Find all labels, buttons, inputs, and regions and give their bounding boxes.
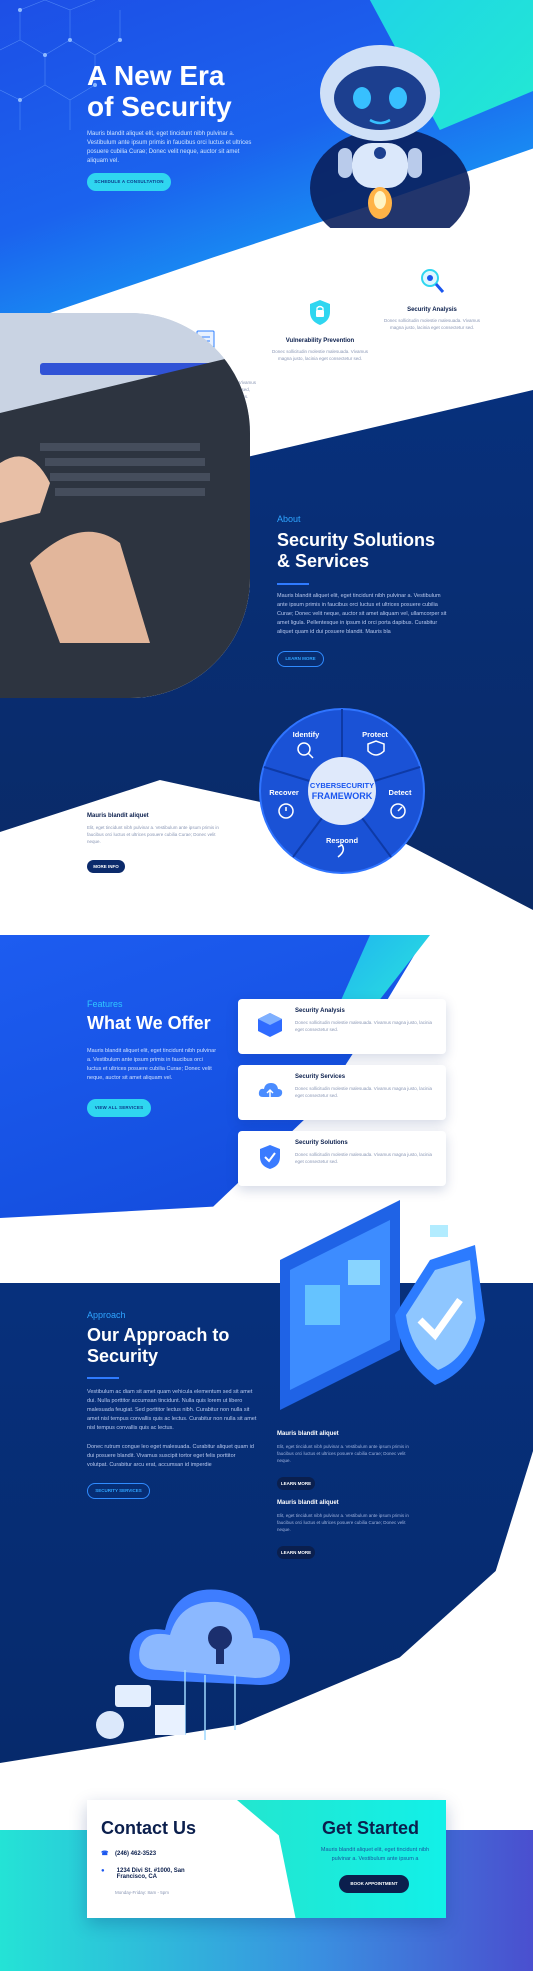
contact-phone[interactable]: (246) 462-3523 <box>115 1851 156 1857</box>
card-text: Donec sollicitudin molestie malesuada. V… <box>295 1020 432 1032</box>
approach-paragraph-1: Vestibulum ac diam sit amet quam vehicul… <box>87 1389 257 1431</box>
feature-text: Donec sollicitudin molestie malesuada. V… <box>272 349 368 361</box>
approach-item-title: Mauris blandit aliquet <box>277 1431 339 1437</box>
contact-card: Contact Us ☎ (246) 462-3523 ● 1234 Divi S… <box>87 1800 446 1918</box>
feature-vulnerability-prevention: Vulnerability Prevention Donec sollicitu… <box>272 297 368 362</box>
magnifier-analysis-icon <box>421 269 445 293</box>
features-eyebrow: Features <box>87 999 123 1009</box>
about-title-line1: Security Solutions <box>277 530 436 550</box>
mauris-block-title: Mauris blandit aliquet <box>87 813 149 819</box>
framework-segment-identify: Identify <box>293 730 320 739</box>
features-text: Mauris blandit aliquet elit, eget tincid… <box>87 1048 217 1081</box>
approach-item-title: Mauris blandit aliquet <box>277 1500 339 1506</box>
laptop-keyboard-image <box>0 313 250 698</box>
hero-text: Mauris blandit aliquet elit, eget tincid… <box>87 131 252 164</box>
framework-segment-respond: Respond <box>326 836 359 845</box>
location-pin-icon: ● <box>101 1868 105 1874</box>
analysis-cube-icon <box>258 1013 282 1037</box>
cloud-lock-illustration <box>96 1589 290 1740</box>
contact-hours: Monday-Friday: 8am - 5pm <box>115 1890 170 1895</box>
about-title: Security Solutions & Services <box>277 530 435 572</box>
contact-address-line2: Francisco, CA <box>116 1874 158 1880</box>
hero-title: A New Era of Security <box>87 60 232 122</box>
framework-segment-protect: Protect <box>362 730 388 739</box>
framework-segment-recover: Recover <box>269 788 299 797</box>
cybersecurity-framework-wheel: CYBERSECURITY FRAMEWORK Identify Protect… <box>259 708 425 874</box>
cloud-upload-icon <box>258 1083 283 1099</box>
security-services-button[interactable]: Security Services <box>87 1483 150 1499</box>
schedule-consultation-button[interactable]: Schedule a Consultation <box>87 173 171 191</box>
contact-phone-row: ☎ (246) 462-3523 <box>101 1850 156 1857</box>
about-title-line2: & Services <box>277 551 370 571</box>
service-card-security-solutions[interactable]: Security Solutions Donec sollicitudin mo… <box>238 1131 446 1186</box>
view-all-services-button[interactable]: View All Services <box>87 1099 151 1117</box>
mauris-block-text: Elit, eget tincidunt nibh pulvinar a. Ve… <box>87 825 219 844</box>
about-eyebrow: About <box>277 514 301 524</box>
features-title: What We Offer <box>87 1013 211 1033</box>
contact-address-row: ● 1234 Divi St. #1000, San Francisco, CA <box>101 1868 185 1880</box>
approach-paragraph-2: Donec rutrum congue leo eget malesuada. … <box>87 1444 254 1468</box>
feature-security-analysis: Security Analysis Donec sollicitudin mol… <box>384 266 480 331</box>
card-text: Donec sollicitudin molestie malesuada. V… <box>295 1152 432 1164</box>
learn-more-button[interactable]: Learn More <box>277 651 324 667</box>
robot-illustration <box>310 45 470 228</box>
feature-title: Vulnerability Prevention <box>285 338 355 344</box>
approach-item-text: Elit, eget tincidunt nibh pulvinar a. Ve… <box>277 1513 409 1532</box>
card-title: Security Analysis <box>295 1008 345 1014</box>
framework-center-line2: FRAMEWORK <box>312 791 373 801</box>
phone-icon: ☎ <box>101 1851 109 1857</box>
page: A New Era of Security Mauris blandit ali… <box>0 0 533 1971</box>
framework-center-line1: CYBERSECURITY <box>310 781 374 790</box>
security-dashboard-illustration <box>280 1200 485 1410</box>
feature-text: Donec sollicitudin molestie malesuada. V… <box>384 318 480 330</box>
laptop-photo <box>0 313 250 698</box>
book-appointment-button[interactable]: Book Appointment <box>339 1875 409 1893</box>
card-title: Security Solutions <box>295 1140 348 1146</box>
hero-title-line2: of Security <box>87 91 232 122</box>
shield-check-icon <box>260 1145 280 1169</box>
approach-eyebrow: Approach <box>87 1310 126 1320</box>
service-card-security-analysis[interactable]: Security Analysis Donec sollicitudin mol… <box>238 999 446 1054</box>
get-started-text: Mauris blandit aliquet elit, eget tincid… <box>320 1847 430 1862</box>
framework-segment-detect: Detect <box>389 788 412 797</box>
divider <box>277 583 309 585</box>
card-title: Security Services <box>295 1074 346 1080</box>
service-card-security-services[interactable]: Security Services Donec sollicitudin mol… <box>238 1065 446 1120</box>
card-text: Donec sollicitudin molestie malesuada. V… <box>295 1086 432 1098</box>
feature-title: Security Analysis <box>407 307 457 313</box>
divider <box>87 1377 119 1379</box>
approach-title-line1: Our Approach to <box>87 1325 230 1345</box>
contact-title: Contact Us <box>101 1818 197 1838</box>
about-text: Mauris blandit aliquet elit, eget tincid… <box>277 593 447 635</box>
more-info-button[interactable]: More Info <box>87 860 125 873</box>
hero-title-line1: A New Era <box>87 60 225 91</box>
learn-more-button[interactable]: Learn More <box>277 1477 315 1490</box>
get-started-title: Get Started <box>322 1818 420 1838</box>
approach-title: Our Approach to Security <box>87 1325 229 1367</box>
approach-title-line2: Security <box>87 1346 159 1366</box>
approach-item-text: Elit, eget tincidunt nibh pulvinar a. Ve… <box>277 1444 409 1463</box>
learn-more-button[interactable]: Learn More <box>277 1546 315 1559</box>
shield-lock-icon <box>310 300 330 325</box>
